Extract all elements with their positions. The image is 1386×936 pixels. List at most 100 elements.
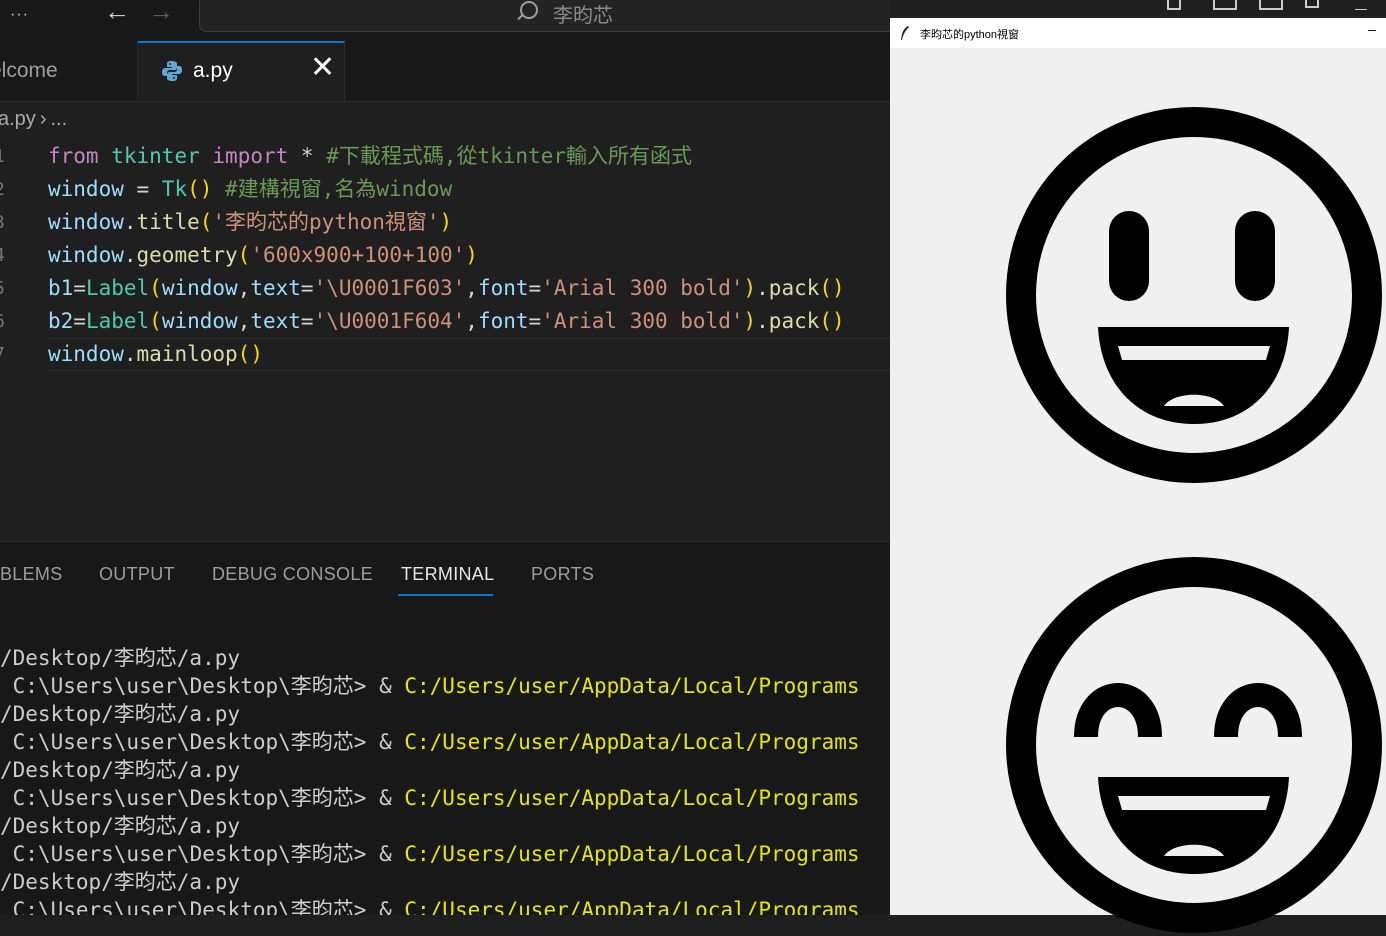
code-text: window = Tk() #建構視窗,名為window [48, 173, 452, 206]
code-token: = [300, 276, 314, 300]
code-token: . [123, 243, 137, 267]
breadcrumb-more[interactable]: ... [50, 108, 67, 130]
tab-welcome[interactable]: elcome [0, 41, 138, 101]
command-center-search[interactable]: 李昀芯 [199, 0, 890, 32]
tab-ports[interactable]: PORTS [531, 564, 594, 585]
code-token: window [161, 309, 238, 333]
code-token: ) [465, 243, 478, 267]
tab-debug-console[interactable]: DEBUG CONSOLE [212, 564, 373, 585]
minimize-icon[interactable] [1355, 9, 1367, 10]
code-token: #下載程式碼,從tkinter輸入所有函式 [326, 144, 692, 168]
code-token: window [48, 210, 124, 234]
tab-a-py[interactable]: a.py ✕ [138, 41, 345, 101]
code-token: geometry [136, 243, 238, 267]
terminal-text: /Desktop/李昀芯/a.py [0, 870, 241, 894]
code-token: , [237, 276, 251, 300]
terminal-line: C:\Users\user\Desktop\李昀芯> & C:/Users/us… [0, 840, 890, 868]
smiling-face-open-mouth-icon [1006, 107, 1382, 483]
title-bar: ··· ← → 李昀芯 [0, 0, 890, 42]
code-text: from tkinter import * #下載程式碼,從tkinter輸入所… [48, 140, 692, 173]
toggle-panel-icon[interactable] [1213, 0, 1237, 10]
code-token: Tk [161, 177, 188, 201]
code-token: = [73, 276, 86, 300]
terminal-line: C:\Users\user\Desktop\李昀芯> & C:/Users/us… [0, 728, 890, 756]
code-line[interactable]: 5b1=Label(window,text='\U0001F603',font=… [0, 272, 890, 305]
code-token: ( [237, 243, 251, 267]
split-layout-icon[interactable] [1259, 0, 1283, 10]
terminal-text: C:\Users\user\Desktop\李昀芯> & [0, 786, 405, 810]
code-token: ) [743, 309, 757, 333]
minimize-icon[interactable]: – [1368, 21, 1376, 37]
tab-welcome-label: elcome [0, 59, 58, 82]
code-token: ( [199, 210, 213, 234]
terminal-line: C:\Users\user\Desktop\李昀芯> & C:/Users/us… [0, 672, 890, 700]
smiling-face-smiling-eyes-icon [1006, 557, 1382, 933]
code-line[interactable]: 1 from tkinter import * #下載程式碼,從tkinter輸入… [0, 140, 890, 173]
layout-icon[interactable] [1167, 0, 1181, 10]
terminal-text: C:\Users\user\Desktop\李昀芯> & [0, 674, 405, 698]
tab-terminal[interactable]: TERMINAL [401, 564, 494, 585]
window-controls [1165, 0, 1386, 18]
terminal-text: /Desktop/李昀芯/a.py [0, 758, 241, 782]
terminal-text: /Desktop/李昀芯/a.py [0, 702, 241, 726]
code-editor[interactable]: 1 from tkinter import * #下載程式碼,從tkinter輸入… [0, 140, 890, 540]
code-token: font [477, 276, 529, 300]
terminal-line: /Desktop/李昀芯/a.py [0, 644, 890, 672]
terminal-line: /Desktop/李昀芯/a.py [0, 868, 890, 896]
terminal-line: C:\Users\user\Desktop\李昀芯> & C:/Users/us… [0, 784, 890, 812]
line-number: 1 [0, 140, 6, 173]
terminal-text: C:\Users\user\Desktop\李昀芯> & [0, 842, 405, 866]
code-token: ( [149, 276, 162, 300]
code-text: b1=Label(window,text='\U0001F603',font='… [48, 272, 845, 305]
code-token: window [48, 243, 124, 267]
forward-arrow-icon[interactable]: → [148, 0, 174, 24]
code-token: b1 [48, 276, 74, 300]
bottom-panel: BLEMS OUTPUT DEBUG CONSOLE TERMINAL PORT… [0, 541, 890, 915]
terminal-output[interactable]: /Desktop/李昀芯/a.py C:\Users\user\Desktop\… [0, 644, 890, 915]
code-line[interactable]: 6b2=Label(window,text='\U0001F604',font=… [0, 305, 890, 338]
tab-problems[interactable]: BLEMS [0, 564, 63, 585]
code-token: '\U0001F604' [313, 309, 466, 333]
terminal-command-path: C:/Users/user/AppData/Local/Programs [404, 898, 860, 915]
terminal-line: /Desktop/李昀芯/a.py [0, 756, 890, 784]
chevron-right-icon: › [39, 108, 47, 130]
code-token: = [528, 309, 542, 333]
code-text: window.mainloop() [48, 338, 263, 371]
breadcrumb-file[interactable]: a.py [0, 108, 36, 130]
terminal-line: /Desktop/李昀芯/a.py [0, 812, 890, 840]
code-token: * [288, 144, 327, 168]
editor-tab-bar: elcome a.py ✕ [0, 41, 890, 102]
code-token: b2 [48, 309, 74, 333]
code-token: 'Arial 300 bold' [541, 276, 744, 300]
tab-output[interactable]: OUTPUT [99, 564, 175, 585]
code-token: Label [85, 276, 150, 300]
customize-layout-icon[interactable] [1305, 0, 1319, 8]
breadcrumb: a.py ›... [0, 108, 71, 131]
code-line[interactable]: 3 window.title('李昀芯的python視窗') [0, 206, 890, 239]
tab-a-py-label: a.py [193, 59, 233, 82]
active-tab-indicator [398, 594, 493, 596]
back-arrow-icon[interactable]: ← [104, 0, 130, 24]
command-center-label: 李昀芯 [553, 5, 613, 27]
code-text: window.title('李昀芯的python視窗') [48, 206, 452, 239]
terminal-command-path: C:/Users/user/AppData/Local/Programs [404, 842, 860, 866]
more-icon[interactable]: ··· [10, 6, 29, 24]
terminal-line: C:\Users\user\Desktop\李昀芯> & C:/Users/us… [0, 896, 890, 915]
terminal-line: /Desktop/李昀芯/a.py [0, 700, 890, 728]
code-line[interactable]: 2 window = Tk() #建構視窗,名為window [0, 173, 890, 206]
code-line[interactable]: 4 window.geometry('600x900+100+100') [0, 239, 890, 272]
terminal-text: C:\Users\user\Desktop\李昀芯> & [0, 730, 405, 754]
code-text: window.geometry('600x900+100+100') [48, 239, 478, 272]
code-token: text [250, 309, 301, 333]
code-token: . [756, 309, 769, 333]
terminal-text: /Desktop/李昀芯/a.py [0, 814, 241, 838]
code-token: font [477, 309, 529, 333]
code-line[interactable]: 7 window.mainloop() [0, 338, 890, 371]
close-icon[interactable]: ✕ [310, 53, 335, 83]
feather-icon [901, 26, 909, 40]
code-token: ) [439, 210, 453, 234]
code-token: '\U0001F603' [313, 276, 466, 300]
code-token: pack [768, 309, 820, 333]
code-token: ) [743, 276, 757, 300]
